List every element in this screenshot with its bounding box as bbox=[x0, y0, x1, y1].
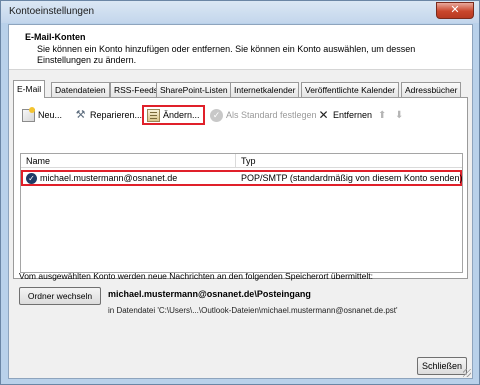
delivery-info-text: Vom ausgewählten Konto werden neue Nachr… bbox=[19, 271, 373, 281]
set-default-label: Als Standard festlegen bbox=[226, 110, 317, 120]
tab-sharepoint-lists[interactable]: SharePoint-Listen bbox=[156, 82, 232, 97]
set-default-button[interactable]: ✓ Als Standard festlegen bbox=[210, 106, 317, 124]
header-title: E-Mail-Konten bbox=[25, 32, 86, 42]
column-divider[interactable] bbox=[235, 154, 236, 168]
account-list-header: Name Typ bbox=[21, 154, 462, 168]
close-dialog-button[interactable]: Schließen bbox=[417, 357, 467, 375]
window-title: Kontoeinstellungen bbox=[9, 6, 95, 17]
remove-x-icon: ✕ bbox=[318, 107, 329, 122]
dialog-client-area: E-Mail-Konten Sie können ein Konto hinzu… bbox=[8, 24, 473, 379]
change-account-button[interactable]: Ändern... bbox=[142, 105, 205, 125]
move-up-button[interactable]: ⬆ bbox=[378, 106, 386, 124]
repair-account-button[interactable]: ⚒ Reparieren... bbox=[74, 106, 142, 124]
move-down-button[interactable]: ⬇ bbox=[395, 106, 403, 124]
default-account-check-icon: ✓ bbox=[26, 173, 37, 184]
column-header-type[interactable]: Typ bbox=[241, 156, 256, 166]
account-type: POP/SMTP (standardmäßig von diesem Konto… bbox=[241, 173, 463, 183]
tab-published-calendars[interactable]: Veröffentlichte Kalender bbox=[301, 82, 400, 97]
tab-strip: E-Mail Datendateien RSS-Feeds SharePoint… bbox=[13, 80, 469, 98]
column-header-name[interactable]: Name bbox=[26, 156, 50, 166]
remove-account-button[interactable]: ✕ Entfernen bbox=[317, 106, 372, 124]
arrow-down-icon: ⬇ bbox=[395, 109, 404, 121]
account-settings-window: Kontoeinstellungen ✕ E-Mail-Konten Sie k… bbox=[0, 0, 480, 385]
account-toolbar: Neu... ⚒ Reparieren... Ändern... ✓ Als S… bbox=[20, 105, 460, 125]
change-settings-icon bbox=[147, 108, 160, 122]
repair-account-label: Reparieren... bbox=[90, 110, 143, 120]
header-band: E-Mail-Konten Sie können ein Konto hinzu… bbox=[9, 25, 472, 70]
tab-address-books[interactable]: Adressbücher bbox=[401, 82, 462, 97]
change-folder-button[interactable]: Ordner wechseln bbox=[19, 287, 101, 305]
tab-data-files[interactable]: Datendateien bbox=[51, 82, 110, 97]
account-list[interactable]: Name Typ ✓ michael.mustermann@osnanet.de… bbox=[20, 153, 463, 273]
header-description: Sie können ein Konto hinzufügen oder ent… bbox=[37, 44, 416, 65]
set-default-icon: ✓ bbox=[210, 108, 223, 122]
new-account-label: Neu... bbox=[38, 110, 63, 120]
repair-tools-icon: ⚒ bbox=[75, 108, 86, 121]
title-bar[interactable]: Kontoeinstellungen ✕ bbox=[1, 1, 479, 23]
delivery-mailbox-path: michael.mustermann@osnanet.de\Posteingan… bbox=[108, 289, 311, 299]
tab-email[interactable]: E-Mail bbox=[13, 80, 46, 98]
arrow-up-icon: ⬆ bbox=[378, 109, 387, 121]
account-row[interactable]: ✓ michael.mustermann@osnanet.de POP/SMTP… bbox=[21, 170, 462, 186]
window-close-button[interactable]: ✕ bbox=[436, 2, 474, 19]
tab-internet-calendars[interactable]: Internetkalender bbox=[230, 82, 300, 97]
change-account-label: Ändern... bbox=[163, 110, 200, 120]
account-name: michael.mustermann@osnanet.de bbox=[40, 173, 178, 183]
tab-rss-feeds[interactable]: RSS-Feeds bbox=[110, 82, 162, 97]
delivery-datafile-path: in Datendatei 'C:\Users\...\Outlook-Date… bbox=[108, 306, 398, 315]
new-account-button[interactable]: Neu... bbox=[22, 106, 62, 124]
new-document-icon bbox=[22, 106, 35, 122]
resize-grip[interactable] bbox=[463, 369, 471, 377]
remove-account-label: Entfernen bbox=[333, 110, 373, 120]
email-tab-panel: Neu... ⚒ Reparieren... Ändern... ✓ Als S… bbox=[13, 97, 468, 279]
